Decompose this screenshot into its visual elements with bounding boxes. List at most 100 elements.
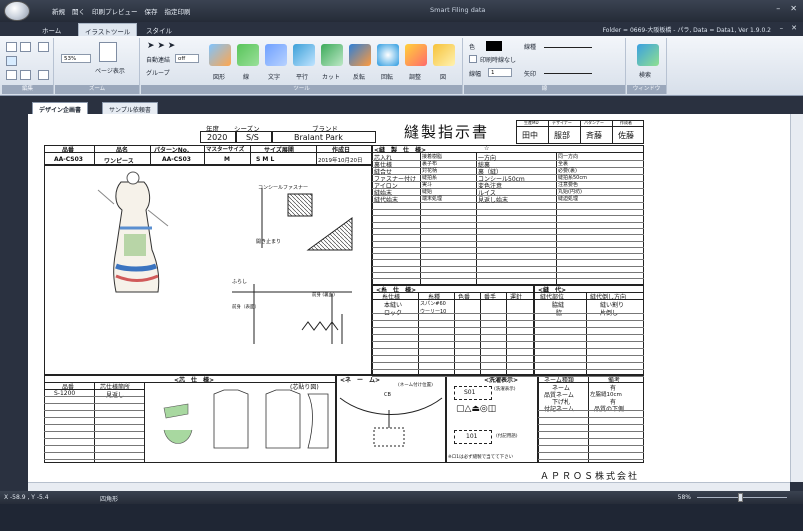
horizontal-scrollbar[interactable] <box>28 482 790 491</box>
approval-name-4[interactable]: 佐藤 <box>618 130 634 141</box>
cut-icon[interactable] <box>6 42 17 52</box>
linewidth-select[interactable]: 1 <box>488 68 512 77</box>
sewing-row-3-col-2[interactable]: 対花柄 <box>422 167 437 174</box>
sewing-row-5-col-2[interactable]: 実斗 <box>422 181 432 188</box>
app-menu-orb[interactable] <box>4 1 30 21</box>
sewing-row-3-col-4[interactable]: 必要(裏) <box>558 167 577 174</box>
interlining-row-1-part[interactable]: 見返し <box>106 390 124 399</box>
name-row-4-type[interactable]: 付記ネーム <box>544 404 574 413</box>
sewing-row-7-col-3[interactable]: 見返し始末 <box>478 195 508 204</box>
tool-parallel-label[interactable]: 平行 <box>296 72 308 81</box>
care-code[interactable]: S01 <box>464 389 475 396</box>
image-icon[interactable] <box>6 56 17 66</box>
zoom-slider-knob[interactable] <box>738 493 743 502</box>
tab-illustration-tools[interactable]: イラストツール <box>78 23 138 36</box>
sewing-row-4-col-4[interactable]: 縫拍糸50cm <box>558 174 587 181</box>
season-value[interactable]: S/S <box>246 133 259 142</box>
tab-home[interactable]: ホーム <box>42 25 61 35</box>
line-icon[interactable] <box>237 44 259 66</box>
sewing-row-5-col-4[interactable]: 注意要色 <box>558 181 578 188</box>
shape-icon[interactable] <box>209 44 231 66</box>
cut-tool-icon[interactable] <box>321 44 343 66</box>
name-row-2-note[interactable]: 左脇縫10cm <box>590 390 622 398</box>
name-position-diagram[interactable] <box>338 390 444 460</box>
adjust-icon[interactable] <box>405 44 427 66</box>
tab-style[interactable]: スタイル <box>146 25 172 35</box>
search-label[interactable]: 検索 <box>639 70 651 79</box>
linetype-preview[interactable] <box>544 47 592 48</box>
value-item-name[interactable]: ワンピース <box>104 156 134 165</box>
doc-close-icon[interactable]: ✕ <box>791 24 797 32</box>
value-master-size[interactable]: M <box>224 156 230 163</box>
zipper-detail-illustration[interactable] <box>252 188 362 258</box>
qat-print[interactable]: 指定印刷 <box>165 6 191 16</box>
tool-text-label[interactable]: 文字 <box>268 72 280 81</box>
tool-cut-label[interactable]: カット <box>322 72 340 81</box>
thread-row-1-type[interactable]: スパン#60 <box>420 300 446 307</box>
flip-icon[interactable] <box>349 44 371 66</box>
value-pattern-no[interactable]: AA-CS03 <box>162 156 191 163</box>
zoom-select[interactable]: 53% <box>61 54 91 63</box>
sewing-row-7-col-4[interactable]: 縫迫処理 <box>558 195 578 202</box>
parallel-icon[interactable] <box>293 44 315 66</box>
value-size-range[interactable]: S M L <box>256 156 274 163</box>
tool-shape-label[interactable]: 図形 <box>213 72 225 81</box>
value-created-date[interactable]: 2019年10月20日 <box>318 156 363 164</box>
name-row-4-note[interactable]: 品質の下側 <box>594 404 624 413</box>
sewing-row-7-col-1[interactable]: 縫代始末 <box>374 195 398 204</box>
search-icon[interactable] <box>637 44 659 66</box>
qat-print-preview[interactable]: 印刷プレビュー <box>92 6 138 16</box>
sewing-row-2-col-2[interactable]: 裏子布 <box>422 160 437 167</box>
tool-flip-label[interactable]: 反転 <box>353 72 365 81</box>
tool-line-label[interactable]: 線 <box>243 72 249 81</box>
group-label[interactable]: グループ <box>146 68 170 77</box>
approval-name-3[interactable]: 斉藤 <box>586 130 602 141</box>
sewing-row-6-col-2[interactable]: 縫始 <box>422 188 432 195</box>
care-code2[interactable]: 101 <box>466 433 477 440</box>
paste-icon[interactable] <box>38 42 49 52</box>
close-icon[interactable]: ✕ <box>790 4 797 13</box>
text-icon[interactable] <box>265 44 287 66</box>
vertical-scrollbar[interactable] <box>790 114 803 482</box>
doc-tab-sample-request[interactable]: サンプル依頼書 <box>102 102 158 114</box>
sewing-row-7-col-2[interactable]: 端末処理 <box>422 195 442 202</box>
color-swatch[interactable] <box>486 41 502 51</box>
figure-icon[interactable] <box>433 44 455 66</box>
approval-name-1[interactable]: 田中 <box>522 130 538 141</box>
tool-adjust-label[interactable]: 調整 <box>409 72 421 81</box>
value-item-no[interactable]: AA-CS03 <box>54 156 83 163</box>
care-symbols[interactable]: ▢△⏏◎◫ <box>456 404 496 414</box>
sewing-row-2-col-4[interactable]: 全裏 <box>558 160 568 167</box>
sewing-row-6-col-4[interactable]: 丸始(円坊) <box>558 188 582 195</box>
tool-rotate-label[interactable]: 回転 <box>381 72 393 81</box>
interlining-diagram[interactable] <box>148 386 334 460</box>
rotate-icon[interactable] <box>377 44 399 66</box>
dress-illustration[interactable] <box>86 170 176 310</box>
redo-icon[interactable] <box>20 70 31 80</box>
tool-figure-label[interactable]: 図 <box>440 72 446 81</box>
sewing-row-4-col-2[interactable]: 縫拍糸 <box>422 174 437 181</box>
qat-open[interactable]: 開く <box>72 6 85 16</box>
sewing-instruction-sheet[interactable]: 年度 シーズン ブランド 2020 S/S Bralant Park 縫製指示書… <box>44 118 644 482</box>
sewing-row-1-col-4[interactable]: 同一方向 <box>558 153 578 160</box>
copy-icon[interactable] <box>20 42 31 52</box>
page-view-label[interactable]: ページ表示 <box>95 66 125 75</box>
arrow-preview[interactable] <box>544 73 592 74</box>
doc-tab-design-plan[interactable]: デザイン企画書 <box>32 102 89 114</box>
year-value[interactable]: 2020 <box>207 133 227 142</box>
pointer-icon[interactable]: ➤ ➤ ➤ <box>147 41 175 51</box>
print-none-checkbox[interactable] <box>469 55 477 63</box>
hem-detail-illustration[interactable] <box>232 284 367 354</box>
print-none-label[interactable]: 印刷時線なし <box>480 55 516 64</box>
undo-icon[interactable] <box>6 70 17 80</box>
brand-value[interactable]: Bralant Park <box>294 133 343 142</box>
approval-name-2[interactable]: 服部 <box>554 130 570 141</box>
qat-new[interactable]: 新規 <box>52 6 65 16</box>
sewing-row-1-col-2[interactable]: 接着樹脂 <box>422 153 442 160</box>
page-view-icon[interactable] <box>99 42 117 62</box>
select-icon[interactable] <box>38 70 49 80</box>
minimize-icon[interactable]: – <box>776 4 780 13</box>
qat-save[interactable]: 保存 <box>145 6 158 16</box>
auto-connect-select[interactable]: off <box>175 54 199 63</box>
doc-minimize-icon[interactable]: – <box>780 24 784 32</box>
